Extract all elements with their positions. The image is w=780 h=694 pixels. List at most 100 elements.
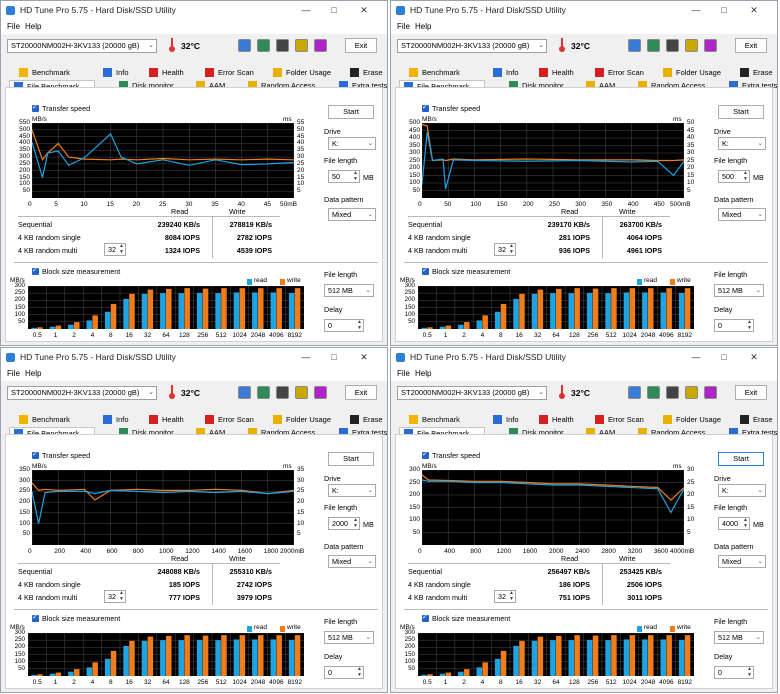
bs-file-length-select[interactable]: 512 MB ⌄	[324, 284, 374, 297]
close-button[interactable]: ✕	[353, 3, 375, 18]
transfer-speed-checkbox[interactable]	[32, 103, 39, 112]
block-size-checkbox[interactable]	[32, 613, 39, 622]
x-tick-label: 1200	[496, 548, 512, 555]
save-icon[interactable]	[647, 39, 660, 52]
bs-x-tick-label: 16	[125, 679, 133, 686]
maximize-button[interactable]: □	[713, 3, 735, 18]
file-length-spinner[interactable]: 50 ▲ ▼	[328, 170, 360, 183]
drive-select[interactable]: ST20000NM002H-3KV133 (20000 gB) ⌄	[397, 39, 547, 53]
delay-spinner[interactable]: 0 ▲ ▼	[324, 666, 364, 679]
transfer-speed-checkbox[interactable]	[32, 450, 39, 459]
data-pattern-select[interactable]: Mixed ⌄	[718, 208, 766, 221]
drive-select[interactable]: ST20000NM002H-3KV133 (20000 gB) ⌄	[7, 386, 157, 400]
copy-icon[interactable]	[628, 39, 641, 52]
drive-select-value: ST20000NM002H-3KV133 (20000 gB)	[11, 41, 140, 50]
menu-help[interactable]: Help	[415, 22, 431, 31]
menu-file[interactable]: File	[7, 22, 20, 31]
delay-spinner[interactable]: 0 ▲ ▼	[714, 319, 754, 332]
block-size-checkbox[interactable]	[422, 266, 429, 275]
download-icon[interactable]	[314, 386, 327, 399]
minimize-button[interactable]: —	[295, 350, 317, 365]
delay-spinner[interactable]: 0 ▲ ▼	[324, 319, 364, 332]
minimize-button[interactable]: —	[295, 3, 317, 18]
camera-icon[interactable]	[666, 39, 679, 52]
options-icon[interactable]	[295, 386, 308, 399]
transfer-speed-checkbox[interactable]	[422, 450, 429, 459]
bs-x-tick-label: 2048	[250, 679, 266, 686]
exit-button[interactable]: Exit	[735, 385, 767, 400]
block-size-label: Block size measurement	[42, 614, 121, 623]
file-length-spinner[interactable]: 4000 ▲ ▼	[718, 517, 750, 530]
bs-file-length-select[interactable]: 512 MB ⌄	[324, 631, 374, 644]
bs-file-length-select[interactable]: 512 MB ⌄	[714, 631, 764, 644]
transfer-speed-checkbox[interactable]	[422, 103, 429, 112]
close-button[interactable]: ✕	[743, 3, 765, 18]
data-pattern-select[interactable]: Mixed ⌄	[328, 555, 376, 568]
drive-letter-select[interactable]: K: ⌄	[718, 137, 766, 150]
data-pattern-select[interactable]: Mixed ⌄	[328, 208, 376, 221]
download-icon[interactable]	[704, 386, 717, 399]
minimize-button[interactable]: —	[685, 3, 707, 18]
drive-select[interactable]: ST20000NM002H-3KV133 (20000 gB) ⌄	[7, 39, 157, 53]
read-bar	[215, 640, 221, 676]
download-icon[interactable]	[314, 39, 327, 52]
queue-depth-spinner[interactable]: 32 ▲ ▼	[104, 590, 126, 603]
copy-icon[interactable]	[238, 386, 251, 399]
file-length-spinner[interactable]: 2000 ▲ ▼	[328, 517, 360, 530]
menu-file[interactable]: File	[7, 369, 20, 378]
minimize-button[interactable]: —	[685, 350, 707, 365]
start-button[interactable]: Start	[328, 105, 374, 119]
menu-file[interactable]: File	[397, 369, 410, 378]
transfer-speed-chart	[422, 470, 684, 545]
close-button[interactable]: ✕	[743, 350, 765, 365]
exit-button[interactable]: Exit	[345, 385, 377, 400]
drive-letter-select[interactable]: K: ⌄	[328, 137, 376, 150]
write-bar	[519, 293, 525, 329]
copy-icon[interactable]	[238, 39, 251, 52]
menu-file[interactable]: File	[397, 22, 410, 31]
queue-depth-spinner[interactable]: 32 ▲ ▼	[494, 590, 516, 603]
maximize-button[interactable]: □	[323, 350, 345, 365]
title-bar: HD Tune Pro 5.75 - Hard Disk/SSD Utility…	[391, 348, 777, 368]
download-icon[interactable]	[704, 39, 717, 52]
drive-letter-select[interactable]: K: ⌄	[328, 484, 376, 497]
block-size-checkbox[interactable]	[32, 266, 39, 275]
drive-letter-select[interactable]: K: ⌄	[718, 484, 766, 497]
file-length-spinner[interactable]: 500 ▲ ▼	[718, 170, 750, 183]
options-icon[interactable]	[685, 39, 698, 52]
queue-depth-spinner[interactable]: 32 ▲ ▼	[494, 243, 516, 256]
menu-help[interactable]: Help	[415, 369, 431, 378]
start-button[interactable]: Start	[718, 105, 764, 119]
maximize-button[interactable]: □	[713, 350, 735, 365]
delay-spinner[interactable]: 0 ▲ ▼	[714, 666, 754, 679]
camera-icon[interactable]	[276, 39, 289, 52]
exit-button[interactable]: Exit	[735, 38, 767, 53]
options-icon[interactable]	[685, 386, 698, 399]
camera-icon[interactable]	[666, 386, 679, 399]
exit-button[interactable]: Exit	[345, 38, 377, 53]
start-button[interactable]: Start	[328, 452, 374, 466]
legend-write-swatch	[670, 626, 675, 632]
camera-icon[interactable]	[276, 386, 289, 399]
copy-icon[interactable]	[628, 386, 641, 399]
start-button[interactable]: Start	[718, 452, 764, 466]
menu-help[interactable]: Help	[25, 22, 41, 31]
menu-help[interactable]: Help	[25, 369, 41, 378]
file-length-label: File length	[324, 503, 358, 512]
save-icon[interactable]	[257, 39, 270, 52]
data-pattern-select[interactable]: Mixed ⌄	[718, 555, 766, 568]
block-size-checkbox[interactable]	[422, 613, 429, 622]
read-bar	[550, 640, 556, 676]
options-icon[interactable]	[295, 39, 308, 52]
bs-file-length-select[interactable]: 512 MB ⌄	[714, 284, 764, 297]
save-icon[interactable]	[647, 386, 660, 399]
maximize-button[interactable]: □	[323, 3, 345, 18]
drive-select[interactable]: ST20000NM002H-3KV133 (20000 gB) ⌄	[397, 386, 547, 400]
read-bar	[270, 292, 277, 329]
close-button[interactable]: ✕	[353, 350, 375, 365]
write-bar	[239, 635, 246, 676]
save-icon[interactable]	[257, 386, 270, 399]
write-bar	[482, 662, 488, 676]
ms-tick-label: 45	[687, 126, 695, 134]
queue-depth-spinner[interactable]: 32 ▲ ▼	[104, 243, 126, 256]
